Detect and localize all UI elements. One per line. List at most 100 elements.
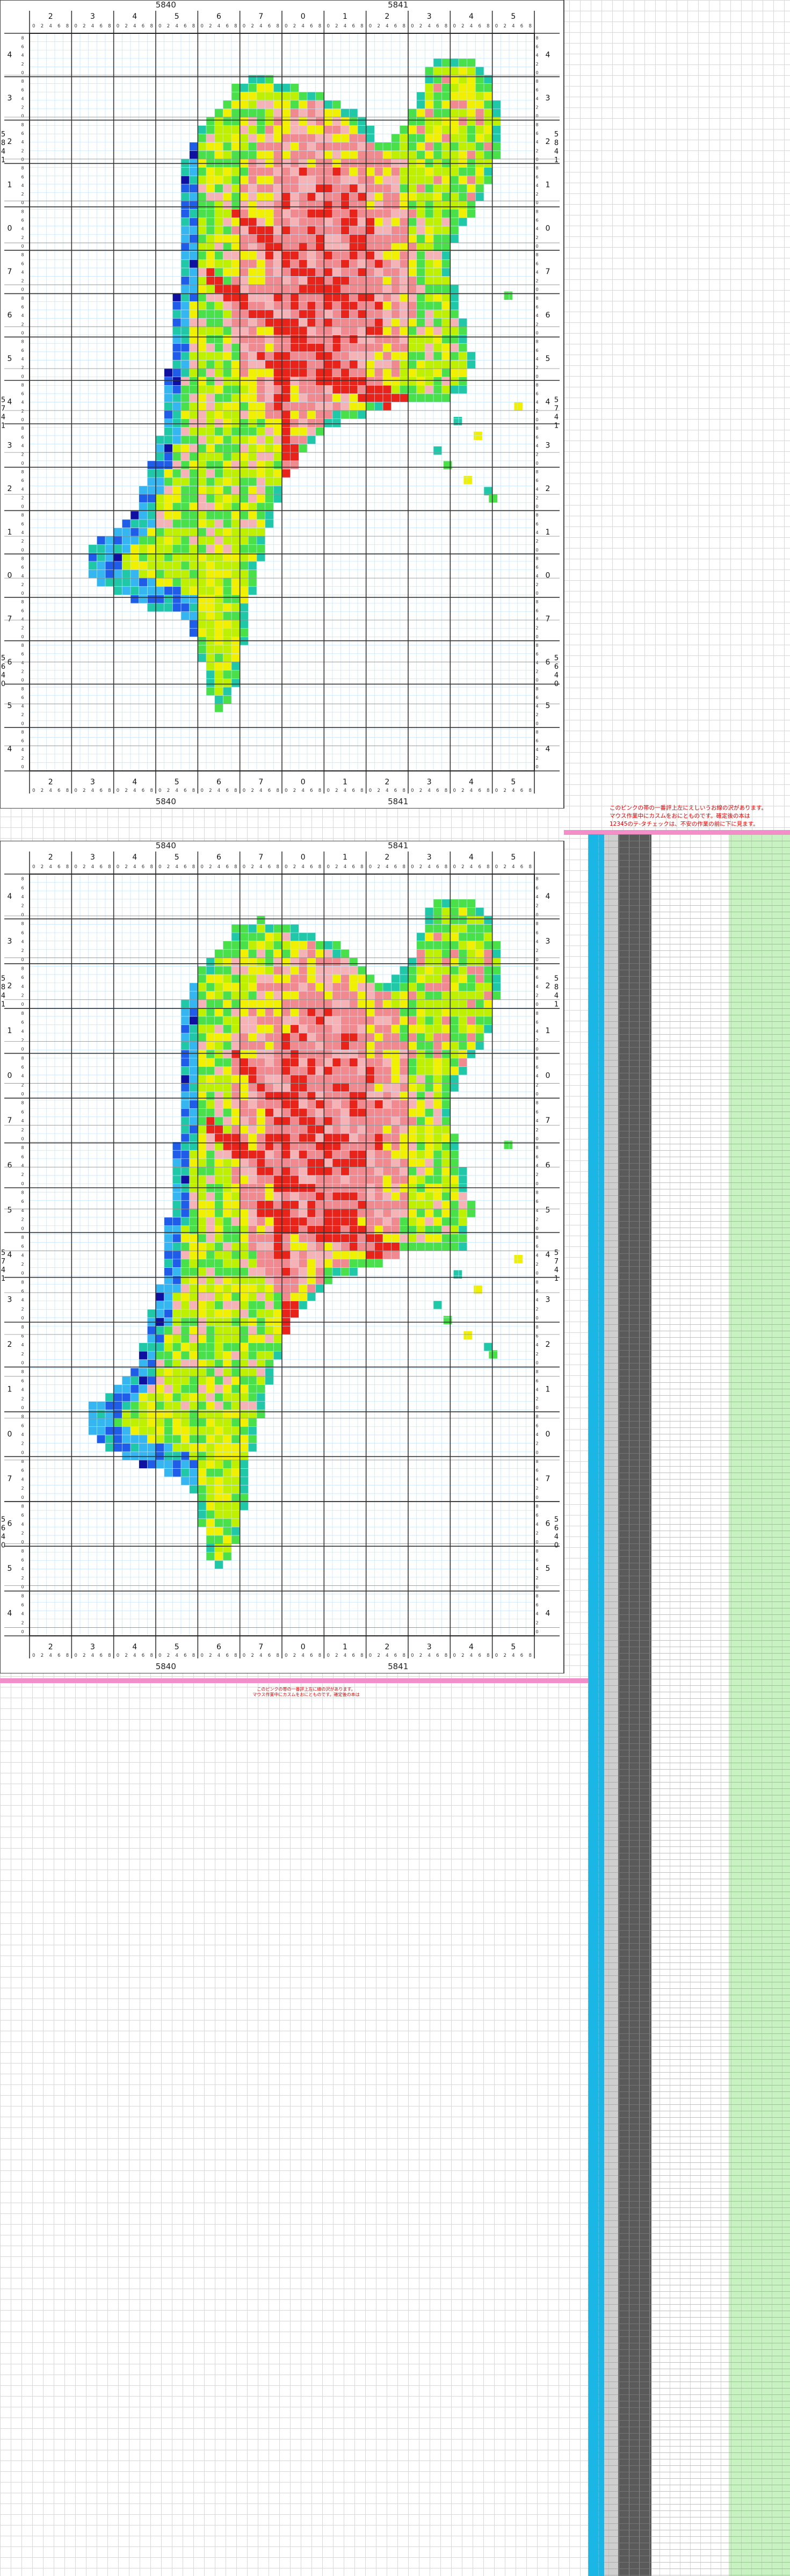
mesh-cell[interactable] — [433, 184, 442, 193]
mesh-cell[interactable] — [416, 1200, 425, 1209]
mesh-cell[interactable] — [198, 1334, 207, 1343]
sheet-row[interactable] — [588, 2053, 790, 2059]
mesh-cell[interactable] — [408, 142, 417, 151]
mesh-cell[interactable] — [198, 150, 207, 160]
mesh-cell[interactable] — [248, 360, 257, 369]
mesh-cell[interactable] — [324, 1150, 333, 1159]
mesh-cell[interactable] — [206, 418, 215, 428]
mesh-cell[interactable] — [172, 427, 182, 436]
mesh-cell[interactable] — [299, 226, 308, 235]
mesh-cell[interactable] — [223, 410, 232, 420]
mesh-cell[interactable] — [265, 1024, 274, 1034]
mesh-cell[interactable] — [366, 1150, 375, 1159]
mesh-cell[interactable] — [400, 377, 409, 386]
mesh-cell[interactable] — [265, 393, 274, 402]
mesh-cell[interactable] — [189, 201, 198, 210]
mesh-cell[interactable] — [282, 327, 291, 335]
mesh-cell[interactable] — [147, 1435, 156, 1444]
mesh-cell[interactable] — [282, 1200, 291, 1209]
mesh-cell[interactable] — [416, 201, 425, 210]
mesh-cell[interactable] — [273, 234, 282, 243]
mesh-cell[interactable] — [282, 268, 291, 277]
mesh-cell[interactable] — [240, 385, 249, 394]
mesh-cell[interactable] — [198, 620, 207, 629]
mesh-cell[interactable] — [231, 1150, 240, 1159]
mesh-cell[interactable] — [400, 1041, 409, 1050]
mesh-cell[interactable] — [198, 1267, 207, 1276]
mesh-cell[interactable] — [181, 1158, 190, 1167]
mesh-cell[interactable] — [248, 477, 257, 486]
sheet-row[interactable] — [588, 1305, 790, 1311]
mesh-cell[interactable] — [257, 1083, 265, 1092]
mesh-cell[interactable] — [257, 1066, 265, 1076]
mesh-cell[interactable] — [231, 117, 240, 126]
mesh-cell[interactable] — [315, 941, 324, 950]
mesh-cell[interactable] — [400, 142, 409, 151]
mesh-cell[interactable] — [181, 251, 190, 260]
mesh-cell[interactable] — [214, 477, 223, 486]
mesh-cell[interactable] — [441, 1116, 451, 1125]
mesh-cell[interactable] — [172, 369, 182, 377]
mesh-cell[interactable] — [231, 469, 240, 478]
mesh-cell[interactable] — [257, 1016, 265, 1025]
mesh-cell[interactable] — [172, 301, 182, 311]
mesh-cell[interactable] — [257, 1050, 265, 1059]
mesh-cell[interactable] — [408, 957, 417, 966]
mesh-cell[interactable] — [324, 1108, 333, 1117]
mesh-cell[interactable] — [290, 327, 299, 335]
mesh-cell[interactable] — [441, 377, 451, 386]
mesh-cell[interactable] — [265, 477, 274, 486]
mesh-cell[interactable] — [214, 1217, 223, 1226]
mesh-cell[interactable] — [248, 309, 257, 319]
mesh-cell[interactable] — [383, 1058, 392, 1067]
mesh-cell[interactable] — [358, 1125, 366, 1134]
mesh-cell[interactable] — [273, 184, 282, 193]
mesh-cell[interactable] — [467, 1016, 476, 1025]
mesh-cell[interactable] — [332, 1116, 341, 1125]
mesh-cell[interactable] — [416, 92, 425, 101]
mesh-cell[interactable] — [299, 1158, 308, 1167]
mesh-cell[interactable] — [248, 1259, 257, 1268]
mesh-cell[interactable] — [265, 301, 274, 311]
sheet-row[interactable] — [588, 1369, 790, 1376]
mesh-cell[interactable] — [172, 1393, 182, 1402]
mesh-cell[interactable] — [231, 1008, 240, 1017]
mesh-cell[interactable] — [189, 1100, 198, 1109]
mesh-cell[interactable] — [248, 1158, 257, 1167]
mesh-cell[interactable] — [332, 1024, 341, 1034]
mesh-cell[interactable] — [425, 184, 434, 193]
mesh-cell[interactable] — [282, 452, 291, 461]
mesh-cell[interactable] — [265, 1108, 274, 1117]
mesh-cell[interactable] — [441, 251, 451, 260]
mesh-cell[interactable] — [198, 974, 207, 983]
mesh-cell[interactable] — [257, 1116, 265, 1125]
mesh-cell[interactable] — [206, 1485, 215, 1494]
mesh-cell[interactable] — [484, 1024, 492, 1034]
mesh-cell[interactable] — [248, 234, 257, 243]
mesh-cell[interactable] — [231, 924, 240, 933]
mesh-cell[interactable] — [315, 1116, 324, 1125]
mesh-cell[interactable] — [257, 494, 265, 503]
mesh-cell[interactable] — [206, 285, 215, 293]
mesh-cell[interactable] — [223, 218, 232, 227]
mesh-cell[interactable] — [231, 1242, 240, 1251]
sheet-row[interactable] — [588, 2162, 790, 2169]
mesh-cell[interactable] — [332, 1234, 341, 1243]
mesh-cell[interactable] — [147, 1410, 156, 1419]
mesh-cell[interactable] — [231, 410, 240, 420]
sheet-row[interactable] — [588, 2543, 790, 2549]
mesh-cell[interactable] — [467, 983, 476, 992]
mesh-cell[interactable] — [231, 519, 240, 528]
mesh-cell[interactable] — [164, 477, 173, 486]
mesh-cell[interactable] — [416, 343, 425, 352]
mesh-cell[interactable] — [206, 460, 215, 470]
mesh-cell[interactable] — [147, 1393, 156, 1402]
sheet-row[interactable] — [588, 2491, 790, 2498]
sheet-row[interactable] — [588, 2304, 790, 2311]
sheet-row[interactable] — [588, 2233, 790, 2240]
mesh-cell[interactable] — [425, 309, 434, 319]
mesh-cell[interactable] — [433, 915, 442, 925]
mesh-cell[interactable] — [206, 1050, 215, 1059]
mesh-cell[interactable] — [299, 1083, 308, 1092]
mesh-cell[interactable] — [248, 134, 257, 143]
